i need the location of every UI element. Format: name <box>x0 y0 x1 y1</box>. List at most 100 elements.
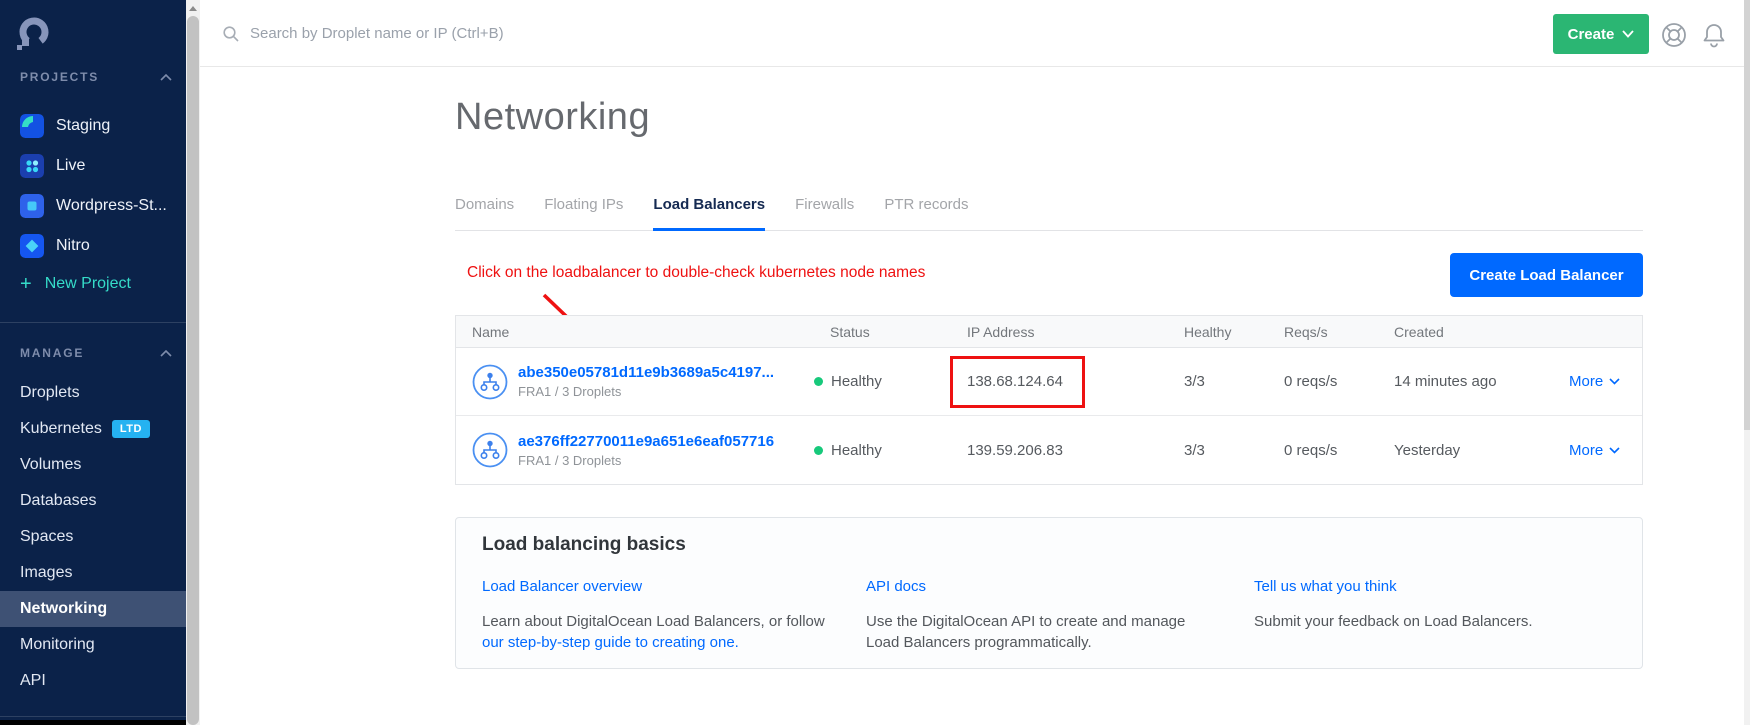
load-balancers-table: Name Status IP Address Healthy Reqs/s Cr… <box>455 315 1643 485</box>
chevron-down-icon <box>1609 378 1620 385</box>
page-title: Networking <box>455 96 650 139</box>
new-project-button[interactable]: + New Project <box>20 266 131 302</box>
project-label: Staging <box>56 117 110 135</box>
sidebar-scrollbar[interactable] <box>186 0 200 725</box>
sidebar-item-label: Spaces <box>20 528 73 546</box>
wordpress-project-icon <box>20 194 44 218</box>
nitro-project-icon <box>20 234 44 258</box>
sidebar-project-staging[interactable]: Staging <box>20 106 110 146</box>
page-scrollbar[interactable] <box>1744 0 1750 725</box>
manage-header-label: MANAGE <box>20 346 84 360</box>
sidebar-item-api[interactable]: API <box>0 663 186 699</box>
scrollbar-thumb[interactable] <box>187 16 199 725</box>
api-docs-link[interactable]: API docs <box>866 576 926 597</box>
notifications-bell-icon[interactable] <box>1700 21 1728 49</box>
sidebar-project-wordpress[interactable]: Wordpress-St... <box>20 186 167 226</box>
sidebar-divider <box>0 322 186 323</box>
ip-address-value: 138.68.124.64 <box>967 373 1184 390</box>
sidebar-item-networking[interactable]: Networking <box>0 591 186 627</box>
load-balancer-name-link[interactable]: abe350e05781d11e9b3689a5c4197... <box>518 364 774 381</box>
load-balancer-overview-link[interactable]: Load Balancer overview <box>482 576 642 597</box>
more-menu-button[interactable]: More <box>1569 442 1642 459</box>
scrollbar-up-arrow[interactable] <box>186 0 200 16</box>
sidebar-item-label: Images <box>20 564 72 582</box>
tab-ptr-records[interactable]: PTR records <box>884 196 968 231</box>
sidebar-item-label: Kubernetes <box>20 420 102 438</box>
sidebar-item-volumes[interactable]: Volumes <box>0 447 186 483</box>
tab-floating-ips[interactable]: Floating IPs <box>544 196 623 231</box>
basics-text: Submit your feedback on Load Balancers. <box>1254 611 1614 632</box>
requests-value: 0 reqs/s <box>1284 373 1394 390</box>
digitalocean-logo-icon[interactable] <box>16 15 52 51</box>
sidebar-item-label: Droplets <box>20 384 80 402</box>
search-icon <box>222 25 240 43</box>
sidebar-bottom-strip <box>0 720 186 725</box>
sidebar-item-label: Databases <box>20 492 97 510</box>
table-row[interactable]: abe350e05781d11e9b3689a5c4197... FRA1 / … <box>456 348 1642 416</box>
sidebar-item-images[interactable]: Images <box>0 555 186 591</box>
live-project-icon <box>20 154 44 178</box>
staging-project-icon <box>20 114 44 138</box>
chevron-up-icon <box>160 350 172 357</box>
projects-header-label: PROJECTS <box>20 70 99 84</box>
sidebar-item-label: Networking <box>20 600 107 618</box>
help-lifebuoy-icon[interactable] <box>1660 21 1688 49</box>
scrollbar-thumb[interactable] <box>1744 0 1750 430</box>
load-balancer-icon <box>472 364 508 400</box>
table-row[interactable]: ae376ff22770011e9a651e6eaf057716 FRA1 / … <box>456 416 1642 484</box>
sidebar-item-label: Volumes <box>20 456 81 474</box>
step-by-step-guide-link[interactable]: our step-by-step guide to creating one. <box>482 632 739 653</box>
project-label: Nitro <box>56 237 90 255</box>
annotation-text: Click on the loadbalancer to double-chec… <box>467 264 925 282</box>
sidebar-item-monitoring[interactable]: Monitoring <box>0 627 186 663</box>
topbar: Create <box>200 0 1744 67</box>
chevron-down-icon <box>1622 30 1634 38</box>
create-button[interactable]: Create <box>1553 14 1649 54</box>
more-label: More <box>1569 442 1603 459</box>
healthy-status-dot <box>814 446 823 455</box>
projects-section-header[interactable]: PROJECTS <box>20 70 172 84</box>
sidebar-item-label: API <box>20 672 46 690</box>
sidebar-item-label: Monitoring <box>20 636 95 654</box>
new-project-label: New Project <box>45 275 131 293</box>
column-header-healthy: Healthy <box>1184 324 1284 340</box>
basics-column-overview: Load Balancer overview Learn about Digit… <box>482 576 842 653</box>
created-value: Yesterday <box>1394 442 1569 459</box>
more-menu-button[interactable]: More <box>1569 373 1642 390</box>
column-header-status: Status <box>814 324 967 340</box>
chevron-up-icon <box>160 74 172 81</box>
sidebar-project-live[interactable]: Live <box>20 146 85 186</box>
tab-domains[interactable]: Domains <box>455 196 514 231</box>
load-balancer-region: FRA1 / 3 Droplets <box>518 453 774 468</box>
healthy-count-value: 3/3 <box>1184 442 1284 459</box>
healthy-status-dot <box>814 377 823 386</box>
plus-icon: + <box>20 274 32 294</box>
load-balancer-icon <box>472 432 508 468</box>
status-label: Healthy <box>831 442 882 459</box>
tab-load-balancers[interactable]: Load Balancers <box>653 196 765 231</box>
networking-tabs: Domains Floating IPs Load Balancers Fire… <box>455 196 1643 231</box>
basics-text: Use the DigitalOcean API to create and m… <box>866 611 1211 653</box>
table-header-row: Name Status IP Address Healthy Reqs/s Cr… <box>456 316 1642 348</box>
load-balancing-basics-panel: Load balancing basics Load Balancer over… <box>455 517 1643 669</box>
tell-us-what-you-think-link[interactable]: Tell us what you think <box>1254 576 1397 597</box>
healthy-count-value: 3/3 <box>1184 373 1284 390</box>
create-load-balancer-button[interactable]: Create Load Balancer <box>1450 253 1643 297</box>
basics-title: Load balancing basics <box>482 534 686 556</box>
sidebar-project-nitro[interactable]: Nitro <box>20 226 90 266</box>
ltd-badge: LTD <box>112 420 150 438</box>
column-header-name: Name <box>456 324 814 340</box>
search-input[interactable] <box>250 25 670 42</box>
sidebar-item-droplets[interactable]: Droplets <box>0 375 186 411</box>
load-balancer-name-link[interactable]: ae376ff22770011e9a651e6eaf057716 <box>518 433 774 450</box>
tab-firewalls[interactable]: Firewalls <box>795 196 854 231</box>
sidebar-item-databases[interactable]: Databases <box>0 483 186 519</box>
basics-column-feedback: Tell us what you think Submit your feedb… <box>1254 576 1614 632</box>
manage-section-header[interactable]: MANAGE <box>20 346 172 360</box>
sidebar-item-spaces[interactable]: Spaces <box>0 519 186 555</box>
load-balancer-region: FRA1 / 3 Droplets <box>518 384 774 399</box>
sidebar-item-kubernetes[interactable]: Kubernetes LTD <box>0 411 186 447</box>
column-header-created: Created <box>1394 324 1569 340</box>
chevron-down-icon <box>1609 447 1620 454</box>
project-label: Live <box>56 157 85 175</box>
